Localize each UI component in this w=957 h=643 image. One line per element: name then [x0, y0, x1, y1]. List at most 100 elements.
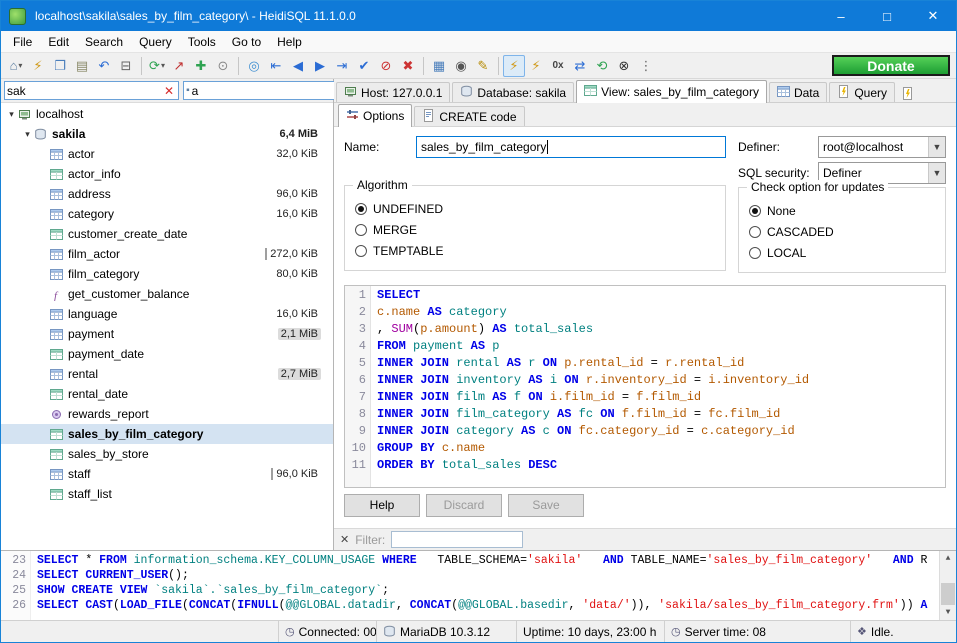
delete-row-icon[interactable]: ✖	[397, 55, 419, 77]
maximize-button[interactable]: □	[864, 1, 910, 31]
menu-item-tools[interactable]: Tools	[180, 33, 224, 51]
tree-item-localhost[interactable]: ▾localhost	[1, 104, 333, 124]
menu-item-help[interactable]: Help	[269, 33, 310, 51]
post-changes-icon[interactable]: ✔	[353, 55, 375, 77]
print-icon[interactable]: ⊟	[115, 55, 137, 77]
help-button[interactable]: Help	[344, 494, 420, 517]
sql-editor[interactable]: 1234567891011 SELECTc.name AS category, …	[344, 285, 946, 488]
menu-item-query[interactable]: Query	[131, 33, 180, 51]
tree-item-get-customer-balance[interactable]: fget_customer_balance	[1, 284, 333, 304]
tree-item-sakila[interactable]: ▾sakila6,4 MiB	[1, 124, 333, 144]
close-button[interactable]: ✕	[910, 1, 956, 31]
tree-item-payment[interactable]: payment2,1 MiB	[1, 324, 333, 344]
goto-icon[interactable]: ⇄	[569, 55, 591, 77]
tree-item-payment-date[interactable]: payment_date	[1, 344, 333, 364]
radio-algorithm-merge[interactable]: MERGE	[355, 219, 715, 240]
tree-item-rental-date[interactable]: rental_date	[1, 384, 333, 404]
tree-item-staff[interactable]: staff96,0 KiB	[1, 464, 333, 484]
tree-item-staff-list[interactable]: staff_list	[1, 484, 333, 504]
tab-host-127-0-0-1[interactable]: Host: 127.0.0.1	[336, 82, 450, 102]
copy-icon[interactable]: ❐	[49, 55, 71, 77]
grid-icon[interactable]: ▦	[428, 55, 450, 77]
run-icon[interactable]: ⚡	[503, 55, 525, 77]
radio-algorithm-undefined[interactable]: UNDEFINED	[355, 198, 715, 219]
tree-item-rental[interactable]: rental2,7 MiB	[1, 364, 333, 384]
scrollbar-thumb[interactable]	[941, 583, 955, 605]
tree-item-rewards-report[interactable]: rewards_report	[1, 404, 333, 424]
donate-button[interactable]: Donate	[832, 55, 950, 76]
window-title: localhost\sakila\sales_by_film_category\…	[35, 9, 356, 23]
radio-check-option-none[interactable]: None	[749, 200, 935, 221]
reconnect-icon[interactable]: ⟲	[591, 55, 613, 77]
tree-item-language[interactable]: language16,0 KiB	[1, 304, 333, 324]
previous-row-icon[interactable]: ◀	[287, 55, 309, 77]
expander-icon[interactable]: ▾	[21, 129, 34, 140]
save-button[interactable]: Save	[508, 494, 584, 517]
tab-view-sales-by-film-category[interactable]: View: sales_by_film_category	[576, 80, 767, 103]
filter-input[interactable]	[391, 531, 523, 548]
web-icon[interactable]: ◎	[243, 55, 265, 77]
tree-item-customer-create-date[interactable]: customer_create_date	[1, 224, 333, 244]
tree-item-sales-by-store[interactable]: sales_by_store	[1, 444, 333, 464]
run-selection-icon[interactable]: ⚡	[525, 55, 547, 77]
tree-item-film-category[interactable]: film_category80,0 KiB	[1, 264, 333, 284]
export-icon[interactable]: ↗	[168, 55, 190, 77]
radio-check-option-cascaded[interactable]: CASCADED	[749, 221, 935, 242]
revert-icon[interactable]: ⊘	[375, 55, 397, 77]
subtab-options[interactable]: Options	[338, 104, 412, 127]
size-badge: 32,0 KiB	[273, 148, 321, 160]
menu-item-edit[interactable]: Edit	[40, 33, 77, 51]
session-manager-icon[interactable]: ⌂▾	[5, 55, 27, 77]
right-panel: Host: 127.0.0.1Database: sakilaView: sal…	[334, 79, 956, 550]
menu-item-go-to[interactable]: Go to	[224, 33, 269, 51]
overflow-icon[interactable]: ⋮	[635, 55, 657, 77]
refresh-icon[interactable]: ⟳▾	[146, 55, 168, 77]
tab-data[interactable]: Data	[769, 82, 827, 102]
code-line: INNER JOIN category AS c ON fc.category_…	[377, 423, 945, 440]
sql-log-panel[interactable]: 23242526 SELECT * FROM information_schem…	[1, 550, 956, 620]
first-row-icon[interactable]: ⇤	[265, 55, 287, 77]
tree-item-address[interactable]: address96,0 KiB	[1, 184, 333, 204]
new-query-tab-icon[interactable]	[897, 87, 918, 102]
next-row-icon[interactable]: ▶	[309, 55, 331, 77]
menu-item-file[interactable]: File	[5, 33, 40, 51]
discard-button[interactable]: Discard	[426, 494, 502, 517]
hex-icon[interactable]: 0x	[547, 55, 569, 77]
log-scrollbar[interactable]: ▲ ▼	[939, 551, 956, 620]
tree-item-film-actor[interactable]: film_actor272,0 KiB	[1, 244, 333, 264]
database-icon	[34, 128, 51, 141]
pin-icon[interactable]: ⊙	[212, 55, 234, 77]
scroll-up-icon[interactable]: ▲	[940, 551, 956, 566]
edit-icon[interactable]: ✎	[472, 55, 494, 77]
subtab-create-code[interactable]: CREATE code	[414, 106, 524, 126]
stop-icon[interactable]: ⊗	[613, 55, 635, 77]
paste-icon[interactable]: ▤	[71, 55, 93, 77]
tree-item-sales-by-film-category[interactable]: sales_by_film_category	[1, 424, 333, 444]
last-row-icon[interactable]: ⇥	[331, 55, 353, 77]
insert-icon[interactable]: ✚	[190, 55, 212, 77]
radio-algorithm-temptable[interactable]: TEMPTABLE	[355, 240, 715, 261]
disconnect-icon[interactable]: ⚡	[27, 55, 49, 77]
radio-check-option-local[interactable]: LOCAL	[749, 242, 935, 263]
line-number: 2	[345, 304, 366, 321]
menu-item-search[interactable]: Search	[77, 33, 131, 51]
radio-label: MERGE	[373, 223, 417, 237]
scrollbar-track[interactable]	[940, 566, 956, 605]
scroll-down-icon[interactable]: ▼	[940, 605, 956, 620]
tree-item-actor-info[interactable]: actor_info	[1, 164, 333, 184]
tree-item-actor[interactable]: actor32,0 KiB	[1, 144, 333, 164]
tree-item-category[interactable]: category16,0 KiB	[1, 204, 333, 224]
close-filter-icon[interactable]: ✕	[340, 533, 349, 546]
table-filter-input[interactable]	[7, 84, 162, 98]
definer-combobox[interactable]: root@localhost ▼	[818, 136, 946, 158]
tab-database-sakila[interactable]: Database: sakila	[452, 82, 574, 102]
clear-table-filter-icon[interactable]: ✕	[162, 84, 176, 98]
action-buttons: Help Discard Save	[344, 488, 946, 522]
data-filter-input[interactable]	[192, 84, 347, 98]
find-icon[interactable]: ◉	[450, 55, 472, 77]
expander-icon[interactable]: ▾	[5, 109, 18, 120]
minimize-button[interactable]: –	[818, 1, 864, 31]
undo-icon[interactable]: ↶	[93, 55, 115, 77]
view-name-input[interactable]: sales_by_film_category	[416, 136, 726, 158]
tab-query[interactable]: Query	[829, 82, 895, 102]
